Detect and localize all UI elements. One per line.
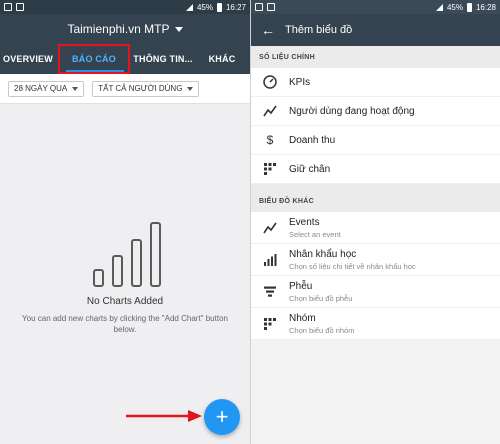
page-title: Thêm biểu đồ [285,24,353,36]
list-item-label: Events [289,216,320,228]
list-item-demographics[interactable]: Nhân khẩu học Chọn số liệu chi tiết về n… [251,244,500,276]
dollar-icon: $ [266,133,274,147]
red-arrow-annotation [126,410,202,422]
battery-percent: 45% [446,2,463,12]
empty-state-description: You can add new charts by clicking the "… [22,314,228,334]
clock: 16:28 [475,2,496,12]
user-segment-filter[interactable]: TẤT CẢ NGƯỜI DÙNG [92,80,200,97]
tab-other[interactable]: KHÁC [194,54,250,64]
main-metrics-list: KPIs Người dùng đang hoạt động $ Doanh t… [251,68,500,184]
list-item-revenue[interactable]: $ Doanh thu [251,126,500,155]
filter-bar: 28 NGÀY QUA TẤT CẢ NGƯỜI DÙNG [0,74,250,104]
image-icon [255,3,263,11]
section-other-charts: BIỂU ĐỒ KHÁC [251,190,500,212]
list-item-label: Doanh thu [289,134,336,146]
tab-overview[interactable]: OVERVIEW [0,54,56,64]
list-item-label: Nhân khẩu học [289,248,357,260]
list-item-label: Phễu [289,280,313,292]
screenshot-root: 45% 16:27 Taimienphi.vn MTP OVERVIEW BÁO… [0,0,500,444]
list-item-subtitle: Chọn biểu đồ phễu [289,293,353,303]
battery-icon [466,2,472,12]
list-item-funnel[interactable]: Phễu Chọn biểu đồ phễu [251,276,500,308]
status-bar: 45% 16:27 [0,0,250,14]
list-item-label: KPIs [289,76,311,88]
battery-percent: 45% [196,2,213,12]
signal-icon [185,3,193,11]
app-title-dropdown[interactable]: Taimienphi.vn MTP [0,14,250,44]
date-range-label: 28 NGÀY QUA [14,84,68,93]
list-item-kpis[interactable]: KPIs [251,68,500,97]
clock: 16:27 [225,2,246,12]
date-range-filter[interactable]: 28 NGÀY QUA [8,80,85,97]
right-screen: 45% 16:28 ← Thêm biểu đồ SỐ LIỆU CHÍNH K… [250,0,500,444]
empty-state-title: No Charts Added [86,296,164,307]
grid-icon [261,315,279,333]
dropdown-caret-icon [72,86,79,91]
app-title: Taimienphi.vn MTP [67,22,170,36]
list-item-cohort[interactable]: Nhóm Chọn biểu đồ nhóm [251,308,500,340]
notification-icon [16,3,24,11]
section-main-metrics: SỐ LIỆU CHÍNH [251,46,500,68]
list-item-label: Người dùng đang hoạt động [289,105,415,117]
notification-icon [267,3,275,11]
list-item-label: Nhóm [289,312,316,324]
image-icon [4,3,12,11]
status-bar: 45% 16:28 [251,0,500,14]
trend-line-icon [261,219,279,237]
list-item-retention[interactable]: Giữ chân [251,155,500,184]
back-arrow-icon[interactable]: ← [251,22,285,38]
bars-icon [261,251,279,269]
signal-icon [435,3,443,11]
trend-line-icon [261,102,279,120]
add-chart-button[interactable]: + [204,399,240,435]
list-item-events[interactable]: Events Select an event [251,212,500,244]
user-segment-label: TẤT CẢ NGƯỜI DÙNG [98,84,183,93]
list-item-subtitle: Chọn số liệu chi tiết về nhân khẩu học [289,261,416,271]
add-chart-header: ← Thêm biểu đồ [251,14,500,46]
list-item-subtitle: Chọn biểu đồ nhóm [289,325,355,335]
list-item-active-users[interactable]: Người dùng đang hoạt động [251,97,500,126]
other-charts-list: Events Select an event Nhân khẩu học Chọ… [251,212,500,340]
empty-chart-icon [93,222,161,287]
tab-info[interactable]: THÔNG TIN... [132,54,194,64]
battery-icon [216,2,222,12]
speedometer-icon [261,73,279,91]
list-item-subtitle: Select an event [289,229,341,239]
chevron-down-icon [174,26,183,32]
funnel-icon [261,283,279,301]
grid-icon [261,160,279,178]
highlight-annotation [58,44,130,74]
dropdown-caret-icon [187,86,194,91]
list-item-label: Giữ chân [289,163,331,175]
